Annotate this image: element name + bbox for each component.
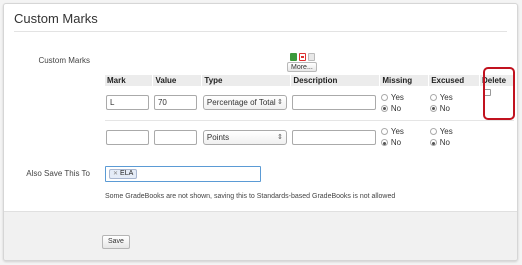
more-button[interactable]: More... — [287, 62, 317, 72]
description-input[interactable] — [291, 95, 376, 111]
excused-yes-label: Yes — [439, 127, 453, 137]
missing-yes-radio[interactable] — [380, 93, 388, 101]
mark-input[interactable] — [106, 129, 149, 145]
excused-no-label: No — [439, 138, 450, 148]
save-button[interactable]: Save — [102, 235, 130, 249]
missing-no-radio[interactable] — [380, 104, 388, 112]
excused-yes-radio[interactable] — [429, 93, 437, 101]
document-icon[interactable] — [308, 53, 315, 61]
gradebook-note: Some GradeBooks are not shown, saving th… — [105, 193, 396, 200]
value-input[interactable]: 70 — [153, 95, 197, 111]
title-divider — [14, 31, 507, 32]
excused-yes-label: Yes — [439, 92, 453, 102]
col-header-excused: Excused — [428, 75, 481, 86]
also-save-label: Also Save This To — [26, 169, 90, 178]
missing-yes-label: Yes — [390, 92, 404, 102]
missing-no-label: No — [390, 138, 402, 148]
description-input[interactable] — [291, 129, 376, 145]
missing-no-label: No — [390, 103, 402, 113]
custom-marks-label: Custom Marks — [38, 56, 90, 65]
value-input[interactable] — [153, 129, 197, 145]
table-row: Points ⇕ Yes No Yes No — [105, 119, 514, 154]
delete-column-highlight — [483, 67, 515, 120]
spreadsheet-icon[interactable] — [290, 53, 297, 61]
excused-no-radio[interactable] — [429, 139, 437, 147]
excused-no-label: No — [439, 103, 450, 113]
mark-input[interactable]: L — [106, 95, 149, 111]
excused-yes-radio[interactable] — [429, 128, 437, 136]
custom-marks-table: Mark Value Type Description Missing Excu… — [105, 75, 514, 154]
table-row: L 70 Percentage of Total ⇕ Yes No Yes No — [105, 86, 514, 120]
missing-no-radio[interactable] — [380, 139, 388, 147]
col-header-missing: Missing — [379, 75, 430, 86]
select-arrows-icon: ⇕ — [277, 99, 283, 107]
col-header-value: Value — [152, 75, 203, 86]
col-header-description: Description — [290, 75, 381, 86]
select-arrows-icon: ⇕ — [277, 133, 283, 141]
also-save-input[interactable]: ✕ ELA — [105, 166, 261, 182]
form-footer — [4, 211, 517, 260]
type-select[interactable]: Points ⇕ — [202, 129, 287, 145]
export-tools: More... — [287, 53, 323, 73]
remove-token-icon[interactable]: ✕ — [113, 170, 118, 178]
pdf-icon[interactable] — [299, 53, 306, 61]
type-select-value: Percentage of Total — [206, 98, 276, 108]
gradebook-token[interactable]: ✕ ELA — [109, 169, 138, 179]
col-header-type: Type — [201, 75, 292, 86]
custom-marks-panel: Custom Marks Custom Marks More... Mark V… — [3, 3, 518, 261]
token-label: ELA — [120, 170, 134, 177]
col-header-mark: Mark — [105, 75, 154, 86]
type-select-value: Points — [206, 132, 230, 142]
type-select[interactable]: Percentage of Total ⇕ — [202, 95, 287, 111]
excused-no-radio[interactable] — [429, 104, 437, 112]
missing-yes-label: Yes — [390, 127, 404, 137]
missing-yes-radio[interactable] — [380, 128, 388, 136]
panel-title: Custom Marks — [14, 11, 98, 26]
